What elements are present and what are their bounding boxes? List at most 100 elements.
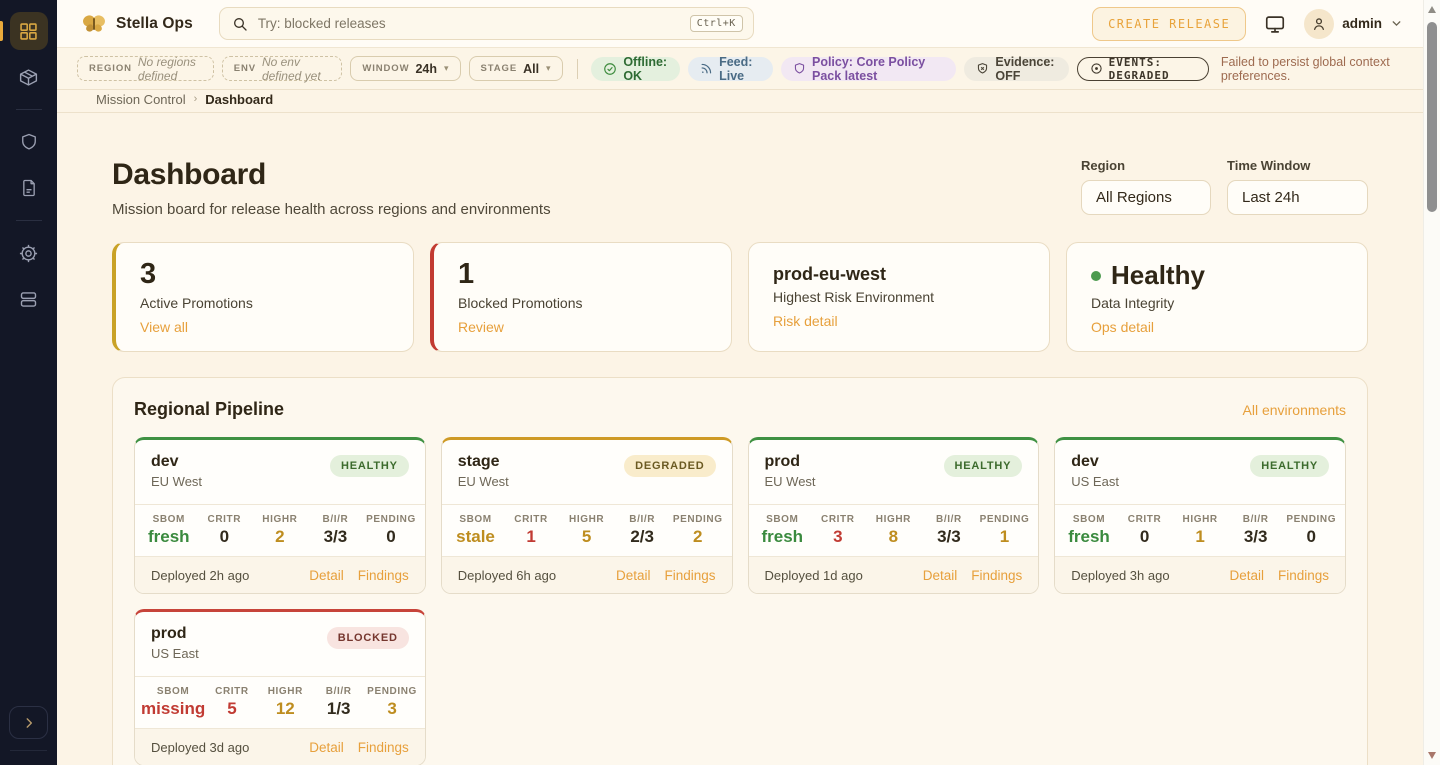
regional-pipeline-title: Regional Pipeline [134, 399, 284, 420]
sidebar-item-dashboard[interactable] [10, 12, 48, 50]
risk-detail-link[interactable]: Risk detail [773, 313, 838, 329]
findings-link[interactable]: Findings [358, 740, 409, 755]
sidebar-item-documents[interactable] [10, 169, 48, 207]
active-promotions-card: 3 Active Promotions View all [112, 242, 414, 352]
critr-value: 0 [1117, 527, 1173, 547]
environment-name: dev [1071, 453, 1119, 471]
region-filter[interactable]: REGION No regions defined [77, 56, 214, 81]
status-badge: HEALTHY [1250, 455, 1329, 477]
scrollbar-up-arrow[interactable] [1428, 6, 1436, 13]
check-circle-icon [603, 62, 617, 76]
env-filter[interactable]: ENV No env defined yet [222, 56, 343, 81]
sidebar [0, 0, 57, 765]
status-badge: HEALTHY [944, 455, 1023, 477]
stat-label: CRITR [197, 514, 253, 525]
events-status-pill[interactable]: EVENTS: DEGRADED [1077, 57, 1209, 81]
ops-detail-link[interactable]: Ops detail [1091, 319, 1154, 335]
status-badge: HEALTHY [330, 455, 409, 477]
detail-link[interactable]: Detail [309, 740, 344, 755]
user-name: admin [1342, 16, 1382, 31]
detail-link[interactable]: Detail [309, 568, 344, 583]
stat-label: HIGHR [259, 686, 312, 697]
sbom-value: fresh [755, 527, 811, 547]
sidebar-expand-button[interactable] [9, 706, 48, 739]
sidebar-divider [16, 109, 42, 110]
status-badge: BLOCKED [327, 627, 409, 649]
chevron-down-icon: ▾ [444, 63, 449, 74]
brand: Stella Ops [81, 12, 193, 36]
stat-label: HIGHR [252, 514, 308, 525]
dashboard-grid-icon [18, 21, 39, 42]
stat-label: SBOM [1061, 514, 1117, 525]
breadcrumb-mission-control[interactable]: Mission Control [96, 92, 186, 107]
deployed-timestamp: Deployed 3d ago [151, 740, 249, 755]
app-title: Stella Ops [116, 15, 193, 33]
stat-label: PENDING [670, 514, 726, 525]
detail-link[interactable]: Detail [1229, 568, 1264, 583]
region-select[interactable]: All Regions [1081, 180, 1211, 215]
bir-value: 3/3 [308, 527, 364, 547]
environment-stats: SBOM missing CRITR 5 HIGHR 12 [135, 676, 425, 729]
findings-link[interactable]: Findings [1278, 568, 1329, 583]
stage-filter[interactable]: STAGE All ▾ [469, 56, 563, 81]
environment-name: prod [151, 625, 199, 643]
blocked-promotions-label: Blocked Promotions [458, 295, 711, 311]
region-select-label: Region [1081, 158, 1211, 173]
chevron-right-icon [22, 716, 36, 730]
review-link[interactable]: Review [458, 319, 504, 335]
environment-card: dev US East HEALTHY SBOM fresh CRITR [1054, 437, 1346, 594]
critr-value: 0 [197, 527, 253, 547]
user-menu[interactable]: admin [1304, 9, 1403, 39]
pending-value: 2 [670, 527, 726, 547]
search-input[interactable] [258, 16, 680, 31]
window-filter[interactable]: WINDOW 24h ▾ [350, 56, 460, 81]
regional-pipeline-panel: Regional Pipeline All environments dev E… [112, 377, 1368, 765]
highest-risk-card: prod-eu-west Highest Risk Environment Ri… [748, 242, 1050, 352]
evidence-status-pill[interactable]: Evidence: OFF [964, 57, 1068, 81]
sbom-value: fresh [141, 527, 197, 547]
context-error-message: Failed to persist global context prefere… [1221, 55, 1403, 83]
sidebar-divider [10, 750, 47, 751]
sidebar-item-security[interactable] [10, 123, 48, 161]
sidebar-item-infrastructure[interactable] [10, 280, 48, 318]
offline-status-text: Offline: OK [623, 55, 668, 83]
stat-label: HIGHR [866, 514, 922, 525]
sidebar-item-releases[interactable] [10, 58, 48, 96]
stat-label: CRITR [810, 514, 866, 525]
findings-link[interactable]: Findings [664, 568, 715, 583]
view-all-link[interactable]: View all [140, 319, 188, 335]
stat-label: B/I/R [308, 514, 364, 525]
sidebar-divider [16, 220, 42, 221]
findings-link[interactable]: Findings [971, 568, 1022, 583]
search-shortcut-badge: Ctrl+K [690, 15, 743, 32]
highest-risk-value: prod-eu-west [773, 264, 1029, 285]
events-status-text: EVENTS: DEGRADED [1109, 56, 1196, 82]
sidebar-item-settings[interactable] [10, 234, 48, 272]
blocked-promotions-value: 1 [458, 258, 711, 291]
stat-label: CRITR [205, 686, 258, 697]
stat-label: SBOM [141, 514, 197, 525]
feed-status-pill[interactable]: Feed: Live [688, 57, 773, 81]
offline-status-pill[interactable]: Offline: OK [591, 57, 680, 81]
scrollbar-down-arrow[interactable] [1428, 752, 1436, 759]
pending-value: 1 [977, 527, 1033, 547]
detail-link[interactable]: Detail [616, 568, 651, 583]
stat-label: SBOM [448, 514, 504, 525]
create-release-button[interactable]: CREATE RELEASE [1092, 7, 1246, 41]
time-window-select[interactable]: Last 24h [1227, 180, 1368, 215]
stage-filter-label: STAGE [481, 63, 518, 74]
scrollbar-thumb[interactable] [1427, 22, 1437, 212]
policy-status-pill[interactable]: Policy: Core Policy Pack latest [781, 57, 956, 81]
findings-link[interactable]: Findings [358, 568, 409, 583]
data-integrity-label: Data Integrity [1091, 295, 1347, 311]
all-environments-link[interactable]: All environments [1243, 402, 1347, 418]
scrollbar [1423, 0, 1440, 765]
stat-label: CRITR [503, 514, 559, 525]
pending-value: 0 [363, 527, 419, 547]
stat-label: HIGHR [559, 514, 615, 525]
display-icon[interactable] [1264, 13, 1286, 35]
stat-label: PENDING [365, 686, 418, 697]
shield-x-icon [976, 62, 989, 75]
global-search[interactable]: Ctrl+K [219, 7, 754, 40]
detail-link[interactable]: Detail [923, 568, 958, 583]
